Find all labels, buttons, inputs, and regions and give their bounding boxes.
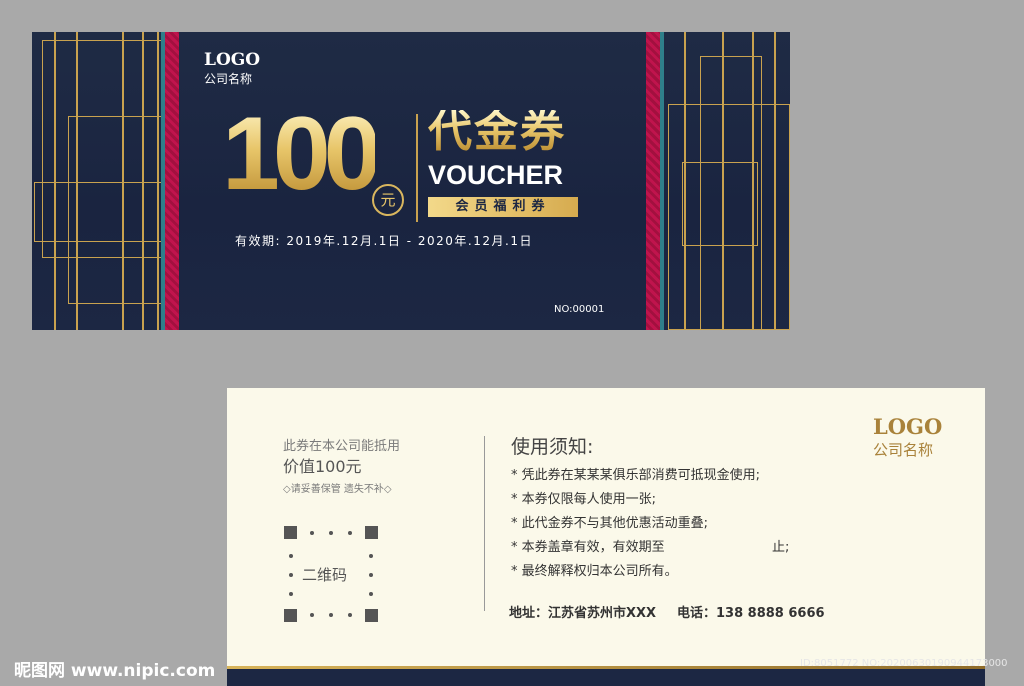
- back-divider: [484, 436, 485, 611]
- rule-item: * 本券盖章有效，有效期至: [511, 540, 665, 555]
- voucher-title-en: VOUCHER: [428, 160, 564, 190]
- rules-title: 使用须知:: [511, 436, 594, 458]
- rule-item: * 凭此券在某某某俱乐部消费可抵现金使用;: [511, 468, 761, 483]
- image-id-watermark: ID:8051772 NO:20200630190944173000: [800, 658, 1008, 669]
- qr-corner-icon: [365, 526, 378, 539]
- voucher-amount: 100: [222, 96, 382, 212]
- teal-edge: [660, 32, 664, 330]
- crimson-band-right: [646, 32, 660, 330]
- qr-corner-icon: [365, 609, 378, 622]
- rule-item-end: 止;: [772, 540, 790, 555]
- back-company-name: 公司名称: [873, 441, 934, 459]
- qr-corner-icon: [284, 609, 297, 622]
- keep-note: ◇请妥善保管 遗失不补◇: [283, 484, 392, 495]
- crimson-band-left: [165, 32, 179, 330]
- rule-item: * 最终解释权归本公司所有。: [511, 564, 678, 579]
- voucher-title-cn: 代金券: [428, 106, 566, 157]
- deduct-line-1: 此券在本公司能抵用: [283, 439, 401, 454]
- voucher-front: LOGO 公司名称 100 元 代金券 VOUCHER 会员福利券 有效期: 2…: [32, 32, 790, 330]
- address: 地址：江苏省苏州市XXX: [509, 606, 657, 621]
- front-company-name: 公司名称: [204, 72, 253, 86]
- title-divider: [416, 114, 418, 222]
- qr-code-placeholder: 二维码: [284, 526, 378, 622]
- voucher-back: 此券在本公司能抵用 价值100元 ◇请妥善保管 遗失不补◇ 二维码 使用须知: …: [227, 388, 985, 686]
- site-watermark: 昵图网 www.nipic.com: [14, 661, 216, 681]
- qr-corner-icon: [284, 526, 297, 539]
- rule-item: * 此代金券不与其他优惠活动重叠;: [511, 516, 709, 531]
- validity-period: 有效期: 2019年.12月.1日 - 2020年.12月.1日: [235, 234, 533, 248]
- currency-badge: 元: [372, 184, 404, 216]
- teal-edge: [161, 32, 165, 330]
- gold-frame: [682, 162, 758, 246]
- back-bottom-band: [227, 668, 985, 686]
- qr-label: 二维码: [302, 566, 348, 584]
- back-logo: LOGO: [873, 414, 943, 439]
- phone: 电话：138 8888 6666: [677, 606, 825, 621]
- rule-item: * 本券仅限每人使用一张;: [511, 492, 657, 507]
- deduct-line-2: 价值100元: [283, 457, 362, 476]
- member-tag: 会员福利券: [428, 197, 578, 217]
- front-logo: LOGO: [204, 50, 261, 70]
- gold-frame: [34, 182, 164, 242]
- serial-number: NO:00001: [554, 304, 605, 315]
